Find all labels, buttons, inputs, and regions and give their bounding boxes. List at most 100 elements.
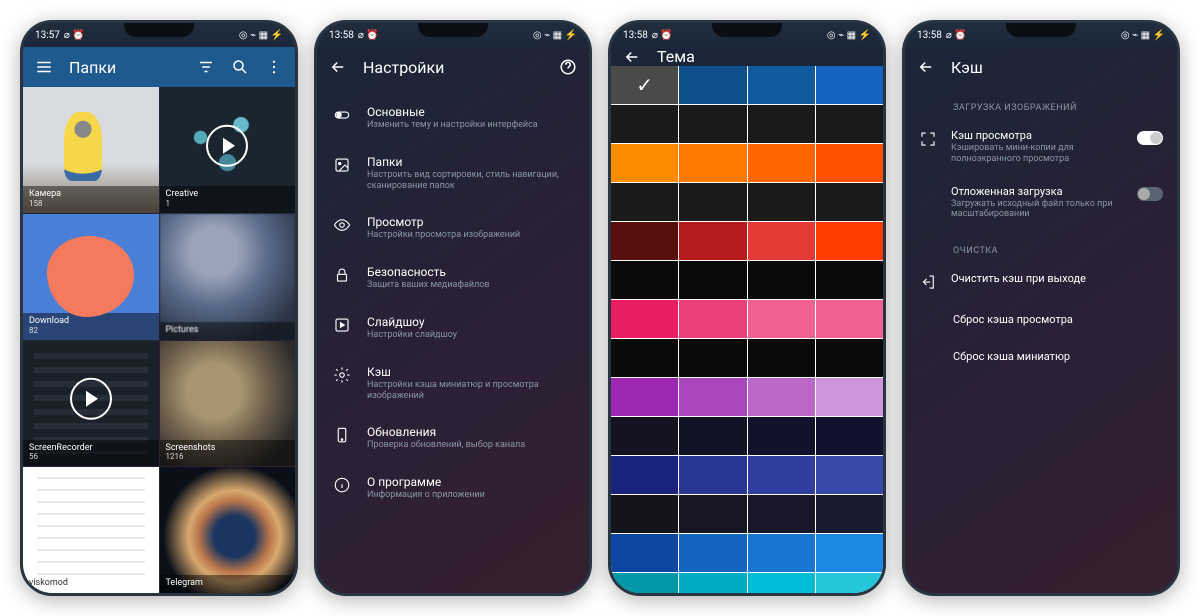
folder-download[interactable]: Download82	[23, 214, 159, 340]
color-swatch[interactable]	[748, 378, 815, 416]
settings-item-view[interactable]: ПросмотрНастройки просмотра изображений	[317, 203, 589, 253]
titlebar: Кэш	[905, 47, 1177, 87]
color-swatch[interactable]	[611, 339, 678, 377]
color-swatch[interactable]	[816, 105, 883, 143]
filter-icon[interactable]	[197, 58, 215, 76]
folder-creative[interactable]: Creative1	[160, 87, 296, 213]
color-swatch[interactable]	[748, 105, 815, 143]
color-swatch[interactable]	[816, 300, 883, 338]
color-swatch[interactable]	[679, 534, 746, 572]
color-swatch[interactable]: ✓	[611, 66, 678, 104]
settings-item-updates[interactable]: ОбновленияПроверка обновлений, выбор кан…	[317, 413, 589, 463]
color-swatch[interactable]	[679, 339, 746, 377]
color-swatch[interactable]	[679, 105, 746, 143]
color-swatch[interactable]	[748, 534, 815, 572]
folder-camera[interactable]: Камера158	[23, 87, 159, 213]
cache-item-reset-thumb[interactable]: Сброс кэша миниатюр	[905, 338, 1177, 375]
color-swatch[interactable]	[748, 222, 815, 260]
color-swatch[interactable]	[748, 573, 815, 593]
color-swatch[interactable]	[679, 573, 746, 593]
page-title: Настройки	[363, 58, 543, 77]
back-icon[interactable]	[329, 58, 347, 76]
color-swatch[interactable]	[679, 261, 746, 299]
color-swatch[interactable]	[679, 300, 746, 338]
color-swatch[interactable]	[816, 66, 883, 104]
color-swatch[interactable]	[748, 339, 815, 377]
color-swatch[interactable]	[679, 144, 746, 182]
color-swatch[interactable]	[679, 183, 746, 221]
color-swatch[interactable]	[611, 573, 678, 593]
eye-icon	[333, 216, 351, 234]
color-swatch[interactable]	[748, 183, 815, 221]
settings-item-cache[interactable]: КэшНастройки кэша миниатюр и просмотра и…	[317, 353, 589, 414]
cache-item-reset-view[interactable]: Сброс кэша просмотра	[905, 301, 1177, 338]
toggle-deferred[interactable]	[1137, 187, 1163, 201]
search-icon[interactable]	[231, 58, 249, 76]
alarm-icon: ⌀ ⏰	[358, 30, 379, 41]
color-swatch[interactable]	[611, 495, 678, 533]
color-swatch[interactable]	[611, 417, 678, 455]
color-swatch[interactable]	[611, 534, 678, 572]
color-swatch[interactable]	[748, 417, 815, 455]
back-icon[interactable]	[917, 58, 935, 76]
clock: 13:58	[917, 30, 942, 41]
color-swatch[interactable]	[611, 378, 678, 416]
color-swatch[interactable]	[816, 378, 883, 416]
settings-item-general[interactable]: ОсновныеИзменить тему и настройки интерф…	[317, 93, 589, 143]
more-icon[interactable]	[265, 58, 283, 76]
titlebar: Настройки	[317, 47, 589, 87]
folder-screenrecorder[interactable]: ScreenRecorder56	[23, 341, 159, 467]
color-swatch[interactable]	[679, 456, 746, 494]
color-swatch[interactable]	[816, 456, 883, 494]
menu-icon[interactable]	[35, 58, 53, 76]
color-swatch[interactable]	[748, 66, 815, 104]
cache-item-deferred[interactable]: Отложенная загрузкаЗагружать исходный фа…	[905, 175, 1177, 231]
color-swatch[interactable]	[748, 300, 815, 338]
status-icons: ◎ ⌁ ▦ ⚡	[827, 30, 871, 41]
titlebar: Папки	[23, 47, 295, 87]
color-swatch[interactable]	[816, 495, 883, 533]
folder-pictures[interactable]: Pictures	[160, 214, 296, 340]
color-swatch[interactable]	[816, 144, 883, 182]
color-swatch[interactable]	[748, 495, 815, 533]
settings-item-slideshow[interactable]: СлайдшоуНастройки слайдшоу	[317, 303, 589, 353]
color-swatch[interactable]	[679, 417, 746, 455]
settings-item-security[interactable]: БезопасностьЗащита ваших медиафайлов	[317, 253, 589, 303]
color-swatch[interactable]	[748, 144, 815, 182]
color-swatch[interactable]	[611, 105, 678, 143]
cache-item-clear-exit[interactable]: Очистить кэш при выходе	[905, 262, 1177, 301]
help-icon[interactable]	[559, 58, 577, 76]
color-swatch[interactable]	[679, 495, 746, 533]
color-swatch[interactable]	[816, 339, 883, 377]
color-swatch[interactable]	[611, 144, 678, 182]
gear-icon	[333, 366, 351, 384]
folder-telegram[interactable]: Telegram	[160, 467, 296, 593]
folder-screenshots[interactable]: Screenshots1216	[160, 341, 296, 467]
settings-item-folders[interactable]: ПапкиНастроить вид сортировки, стиль нав…	[317, 143, 589, 204]
download-icon	[333, 426, 351, 444]
color-swatch[interactable]	[679, 378, 746, 416]
folder-viskomod[interactable]: viskomod	[23, 467, 159, 593]
color-swatch[interactable]	[816, 183, 883, 221]
color-swatch[interactable]	[816, 222, 883, 260]
color-swatch[interactable]	[611, 261, 678, 299]
color-swatch[interactable]	[748, 456, 815, 494]
exit-icon	[919, 273, 937, 291]
color-swatch[interactable]	[611, 183, 678, 221]
color-swatch[interactable]	[679, 66, 746, 104]
play-icon	[206, 125, 248, 167]
cache-item-view[interactable]: Кэш просмотраКэшировать мини-копии для п…	[905, 119, 1177, 175]
clock: 13:58	[623, 30, 648, 41]
back-icon[interactable]	[623, 48, 641, 66]
color-swatch[interactable]	[611, 456, 678, 494]
color-swatch[interactable]	[816, 417, 883, 455]
color-swatch[interactable]	[611, 300, 678, 338]
settings-item-about[interactable]: О программеИнформация о приложении	[317, 463, 589, 513]
color-swatch[interactable]	[611, 222, 678, 260]
color-swatch[interactable]	[816, 534, 883, 572]
color-swatch[interactable]	[679, 222, 746, 260]
color-swatch[interactable]	[816, 573, 883, 593]
color-swatch[interactable]	[748, 261, 815, 299]
toggle-cache-view[interactable]	[1137, 131, 1163, 145]
color-swatch[interactable]	[816, 261, 883, 299]
